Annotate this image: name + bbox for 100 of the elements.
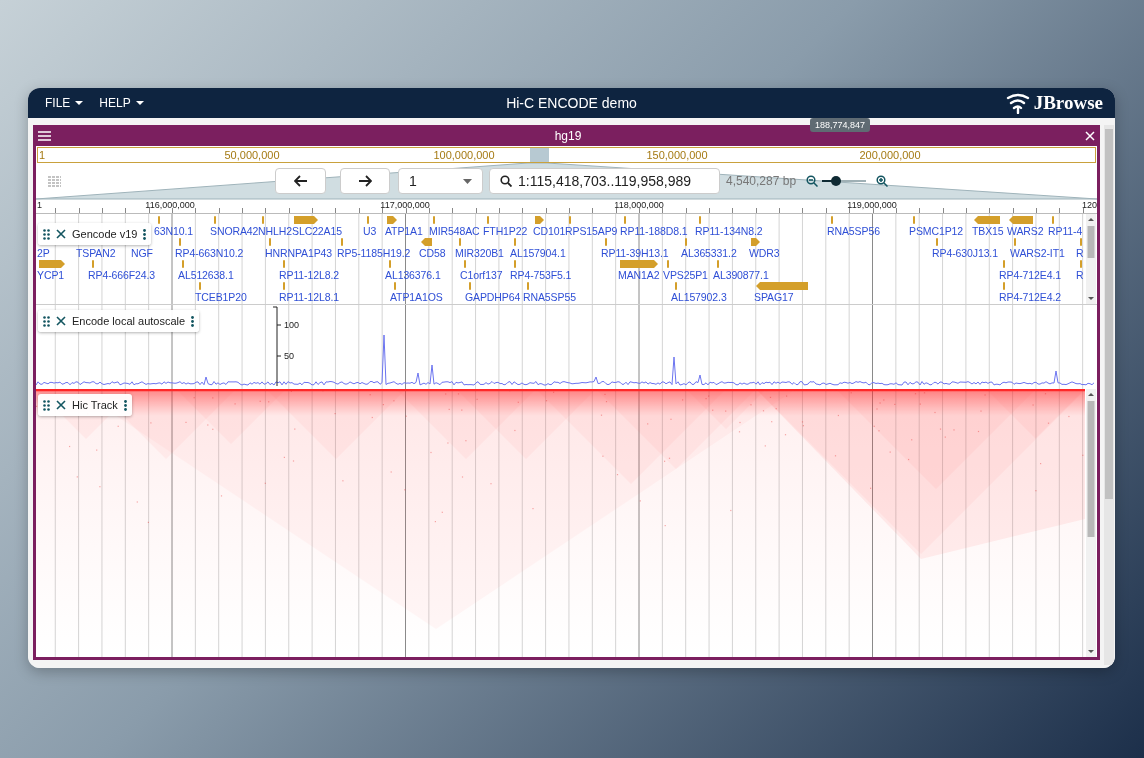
gene-label[interactable]: TSPAN2 — [76, 247, 116, 259]
gene-label[interactable]: RP11-134N8.2 — [695, 225, 763, 237]
gene-label[interactable]: RPS15AP9 — [565, 225, 618, 237]
menu-icon[interactable] — [38, 130, 51, 141]
gene-label[interactable]: YCP1 — [37, 269, 65, 281]
gene-label[interactable]: PSMC1P12 — [909, 225, 964, 237]
track-menu-icon[interactable] — [143, 228, 147, 240]
gene-label[interactable]: AL157902.3 — [671, 291, 727, 303]
track-selector-icon[interactable] — [48, 175, 61, 187]
overview-label: 150,000,000 — [646, 148, 708, 162]
gene-label[interactable]: CD58 — [419, 247, 446, 259]
gene-label[interactable]: RP4-712E4.2 — [999, 291, 1061, 303]
forward-button[interactable] — [340, 168, 390, 194]
overview-label: 100,000,000 — [433, 148, 495, 162]
close-icon[interactable] — [56, 316, 66, 326]
menu-button[interactable]: FILE — [38, 92, 91, 114]
overview-label: 1 — [39, 148, 46, 162]
gene-label[interactable]: RP11-12L8.2 — [279, 269, 339, 281]
slider-thumb[interactable] — [831, 176, 842, 186]
gene-feature[interactable] — [39, 260, 65, 268]
gene-label[interactable]: RP11-12L8.1 — [279, 291, 339, 303]
gene-feature[interactable] — [974, 216, 1000, 224]
gene-label[interactable]: 2P — [37, 247, 50, 259]
gene-feature[interactable] — [620, 260, 658, 268]
gene-label[interactable]: NHLH2 — [258, 225, 292, 237]
gene-label[interactable]: MIR548AC — [429, 225, 480, 237]
gene-label[interactable]: TCEB1P20 — [195, 291, 247, 303]
overview-highlight[interactable] — [530, 148, 549, 162]
gene-label[interactable]: R — [1076, 269, 1084, 281]
gene-feature[interactable] — [387, 216, 397, 224]
gene-label[interactable]: RP11-39H13.1 — [601, 247, 669, 259]
gene-label[interactable]: SNORA42 — [210, 225, 259, 237]
menu-button[interactable]: HELP — [92, 92, 151, 114]
drag-handle-icon[interactable] — [43, 399, 50, 411]
gene-label[interactable]: HNRNPA1P43 — [265, 247, 333, 259]
ruler-label: 117,000,000 — [380, 200, 430, 210]
gene-label[interactable]: ATP1A1OS — [390, 291, 443, 303]
gene-label[interactable]: RP4-630J13.1 — [932, 247, 998, 259]
gene-label[interactable]: AL390877.1 — [713, 269, 769, 281]
gene-label[interactable]: RP5-1185H19.2 — [337, 247, 411, 259]
refname-select[interactable]: 1 — [398, 168, 483, 194]
gene-label[interactable]: FTH1P22 — [483, 225, 528, 237]
gene-label[interactable]: VPS25P1 — [663, 269, 708, 281]
gene-label[interactable]: RP11-188D8.1 — [620, 225, 688, 237]
drag-handle-icon[interactable] — [43, 228, 50, 240]
gene-feature[interactable] — [756, 282, 808, 290]
gene-label[interactable]: WARS2 — [1007, 225, 1044, 237]
gene-label[interactable]: C1orf137 — [460, 269, 503, 281]
scrollbar[interactable] — [1086, 214, 1096, 304]
gene-label[interactable]: AL512638.1 — [178, 269, 234, 281]
arrow-right-icon — [358, 175, 372, 187]
gene-label[interactable]: U3 — [363, 225, 377, 237]
gene-feature[interactable] — [751, 238, 760, 246]
view-title: hg19 — [554, 128, 582, 143]
gene-label[interactable]: MIR320B1 — [455, 247, 504, 259]
gene-label[interactable]: RP4-663N10.2 — [175, 247, 244, 259]
gene-label[interactable]: CD101 — [533, 225, 566, 237]
gene-feature[interactable] — [294, 216, 318, 224]
gene-label[interactable]: SLC22A15 — [292, 225, 342, 237]
close-icon[interactable] — [56, 229, 66, 239]
zoom-in-icon[interactable] — [876, 175, 889, 187]
overview-scale[interactable]: 1 50,000,000 100,000,000 150,000,000 200,000,000 — [37, 147, 1096, 163]
gene-feature[interactable] — [421, 238, 432, 246]
gene-label[interactable]: GAPDHP64 — [465, 291, 521, 303]
gene-label[interactable]: WDR3 — [749, 247, 780, 259]
gene-label[interactable]: SPAG17 — [754, 291, 794, 303]
gene-label[interactable]: MAN1A2 — [618, 269, 660, 281]
gene-label[interactable]: AL136376.1 — [385, 269, 441, 281]
zoom-slider[interactable] — [822, 175, 867, 187]
scrollbar[interactable] — [1086, 389, 1096, 657]
gene-label[interactable]: NGF — [131, 247, 153, 259]
gene-label[interactable]: WARS2-IT1 — [1010, 247, 1065, 259]
gene-label[interactable]: RNA5SP56 — [827, 225, 880, 237]
track-menu-icon[interactable] — [123, 399, 127, 411]
gene-label[interactable]: RP4-712E4.1 — [999, 269, 1061, 281]
app-title: Hi-C ENCODE demo — [506, 95, 637, 111]
ruler-label: 120 — [1082, 200, 1097, 210]
gene-label[interactable]: R — [1076, 247, 1084, 259]
track-menu-icon[interactable] — [191, 315, 195, 327]
gene-label[interactable]: TBX15 — [972, 225, 1004, 237]
gene-label[interactable]: RP4-666F24.3 — [88, 269, 156, 281]
gene-label[interactable]: AL157904.1 — [510, 247, 566, 259]
scrollbar[interactable] — [1104, 125, 1114, 665]
location-field[interactable]: 1:115,418,703..119,958,989 — [489, 168, 720, 194]
gene-label[interactable]: RP4-753F5.1 — [510, 269, 572, 281]
gene-feature[interactable] — [535, 216, 544, 224]
gene-label[interactable]: AL365331.2 — [681, 247, 737, 259]
back-button[interactable] — [275, 168, 326, 194]
caret-icon — [463, 178, 472, 184]
drag-handle-icon[interactable] — [43, 315, 50, 327]
gene-feature[interactable] — [1009, 216, 1033, 224]
gene-label[interactable]: 63N10.1 — [154, 225, 193, 237]
gene-label[interactable]: RNA5SP55 — [523, 291, 576, 303]
close-icon[interactable] — [56, 400, 66, 410]
overview-label: 50,000,000 — [224, 148, 280, 162]
axis-tick-label: 50 — [284, 351, 294, 361]
zoom-out-icon[interactable] — [806, 175, 819, 187]
gene-label[interactable]: RP11-4 — [1048, 225, 1083, 237]
position-tooltip: 188,774,847 — [810, 118, 871, 132]
track-name: Gencode v19 — [72, 228, 138, 240]
